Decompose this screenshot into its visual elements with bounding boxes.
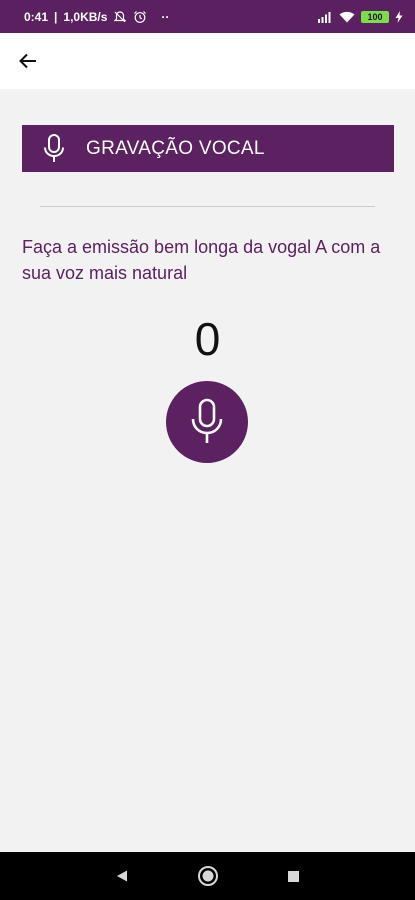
status-left: 0:41 | 1,0KB/s ·· [24,10,169,24]
microphone-icon [190,398,224,446]
status-separator: | [54,9,58,24]
battery-icon: 100 [361,10,389,23]
system-nav-bar [0,852,415,900]
nav-recents-button[interactable] [251,852,337,900]
battery-level: 100 [367,11,383,22]
status-time: 0:41 [24,9,49,24]
back-triangle-icon [115,869,129,883]
recording-counter: 0 [194,313,221,365]
status-more-dots: ·· [161,9,170,24]
status-bar: 0:41 | 1,0KB/s ·· 100 [0,0,415,33]
status-right: 100 [317,10,403,23]
nav-home-button[interactable] [165,852,251,900]
section-header: GRAVAÇÃO VOCAL [22,125,394,172]
silent-mode-icon [113,10,127,24]
instruction-text: Faça a emissão bem longa da vogal A com … [22,237,381,283]
alarm-icon [133,10,147,24]
wifi-icon [339,11,355,23]
back-button[interactable] [10,43,46,79]
nav-back-button[interactable] [79,852,165,900]
signal-icon [317,11,333,23]
status-network-speed: 1,0KB/s [63,9,108,24]
app-bar [0,33,415,89]
recents-square-icon [287,870,300,883]
record-button[interactable] [166,381,248,463]
microphone-icon [22,133,86,165]
charging-icon [395,10,403,23]
divider [40,206,375,207]
arrow-left-icon [18,51,38,71]
home-circle-icon [197,865,219,887]
section-title: GRAVAÇÃO VOCAL [86,137,265,159]
